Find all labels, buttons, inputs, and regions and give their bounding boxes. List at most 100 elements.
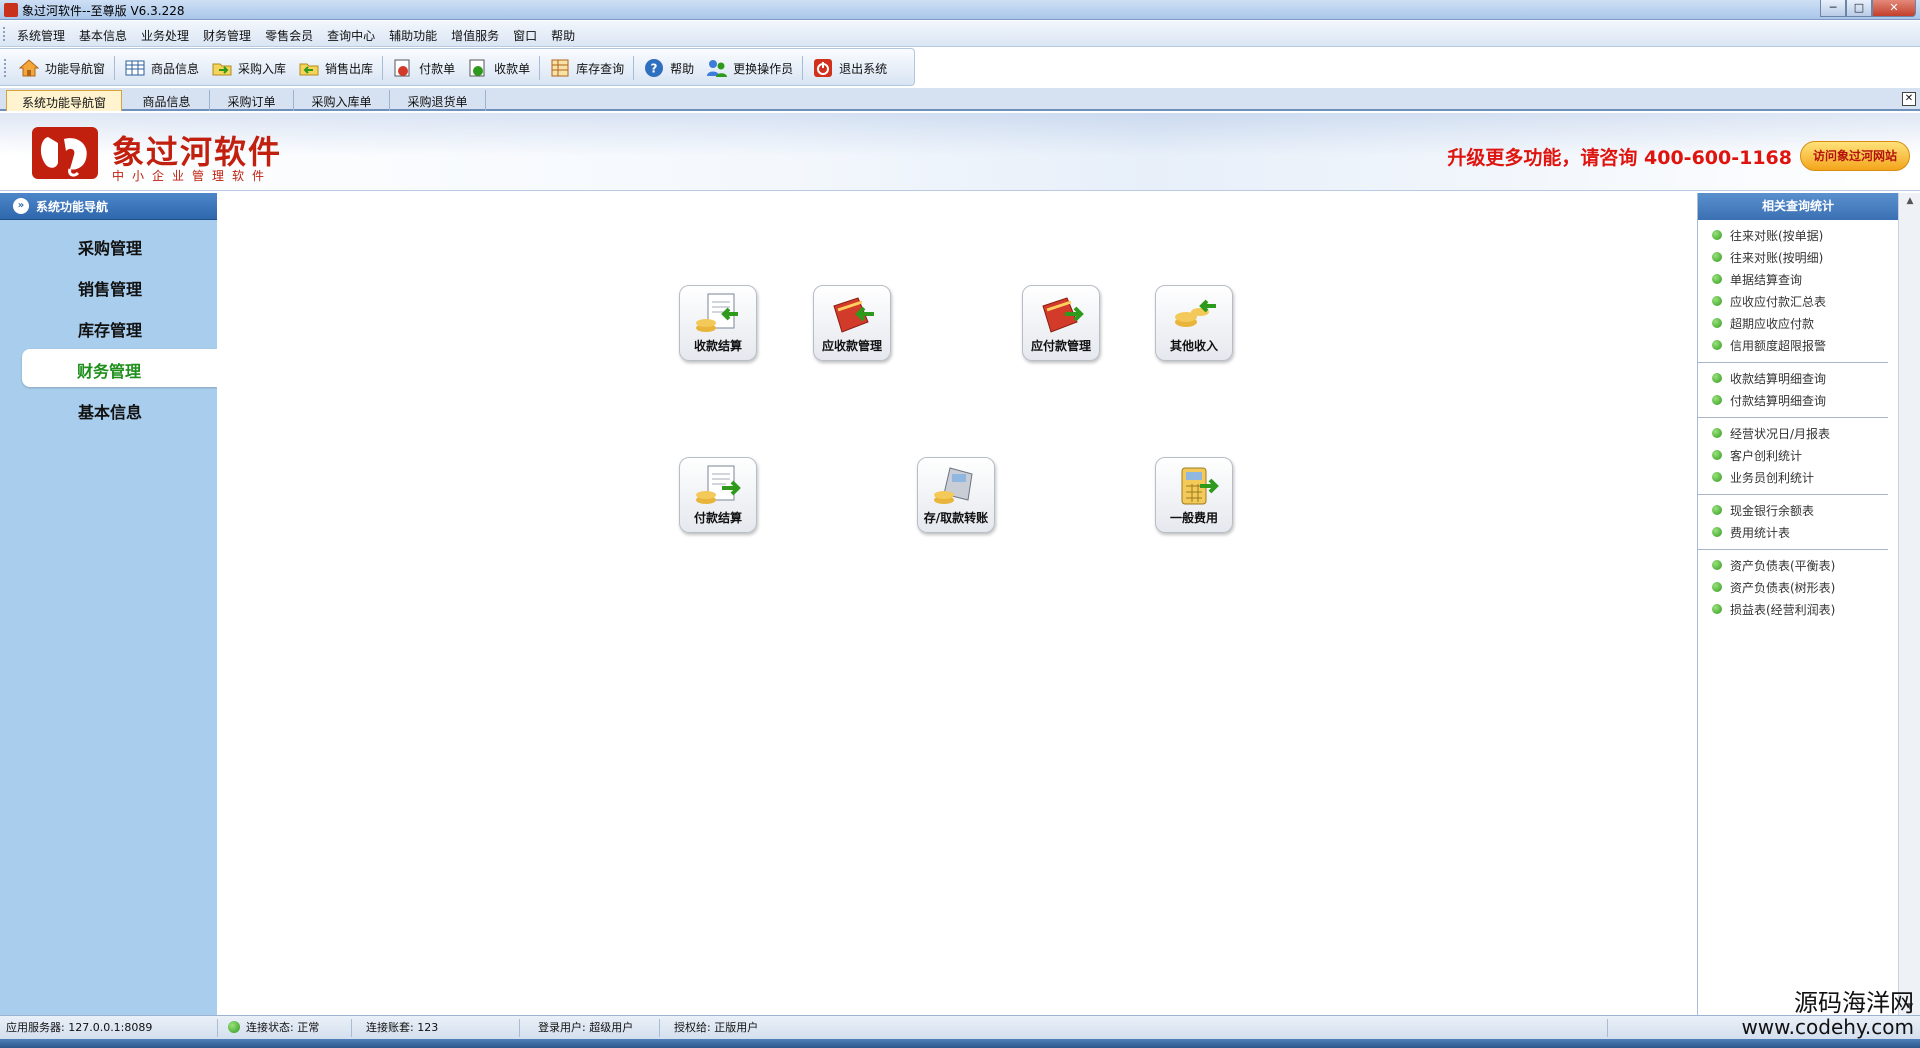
logo-subtitle: 中小企业管理软件	[112, 169, 273, 183]
main-canvas: 收款结算 应收款管理 应付款管理 其他收入 付款结算 存/取款转账 一般费用	[217, 193, 1697, 1015]
green-bullet-icon	[1712, 560, 1722, 570]
maximize-button[interactable]: □	[1846, 0, 1872, 17]
tab-purchase-return[interactable]: 采购退货单	[390, 90, 486, 111]
wallet-out-icon	[1042, 297, 1084, 333]
stock-query-label: 库存查询	[576, 61, 625, 76]
tab-nav-window[interactable]: 系统功能导航窗	[6, 90, 122, 111]
query-link-label: 现金银行余额表	[1730, 503, 1815, 518]
os-taskbar	[0, 1039, 1920, 1048]
query-link[interactable]: 单据结算查询	[1712, 268, 1888, 290]
tab-purchase-in[interactable]: 采购入库单	[294, 90, 390, 111]
query-link[interactable]: 付款结算明细查询	[1712, 389, 1888, 411]
receipt-settle-module[interactable]: 收款结算	[679, 285, 757, 361]
green-bullet-icon	[1712, 395, 1722, 405]
query-link[interactable]: 信用额度超限报警	[1712, 334, 1888, 356]
scroll-up-icon[interactable]: ▲	[1899, 193, 1920, 209]
menu-system[interactable]: 系统管理	[10, 27, 72, 44]
minimize-button[interactable]: ─	[1820, 0, 1846, 17]
menu-help[interactable]: 帮助	[544, 27, 582, 44]
menu-value-added[interactable]: 增值服务	[444, 27, 506, 44]
general-expense-label: 一般费用	[1169, 511, 1218, 525]
menu-query[interactable]: 查询中心	[320, 27, 382, 44]
other-income-module[interactable]: 其他收入	[1155, 285, 1233, 361]
left-nav-header: » 系统功能导航	[0, 193, 217, 220]
green-bullet-icon	[1712, 527, 1722, 537]
query-link-label: 应收应付款汇总表	[1730, 294, 1827, 309]
toolbar-grip[interactable]	[4, 59, 7, 77]
menu-grip[interactable]	[3, 27, 6, 41]
general-expense-module[interactable]: 一般费用	[1155, 457, 1233, 533]
status-bar: 应用服务器: 127.0.0.1:8089 连接状态: 正常 连接账套: 123…	[0, 1015, 1920, 1039]
nav-item-finance[interactable]: 财务管理	[22, 349, 217, 387]
vertical-scrollbar[interactable]: ▲ ▼	[1898, 193, 1920, 1015]
menu-retail[interactable]: 零售会员	[258, 27, 320, 44]
query-link[interactable]: 资产负债表(平衡表)	[1712, 554, 1888, 576]
purchase-in-label: 采购入库	[238, 61, 287, 76]
menu-basic-info[interactable]: 基本信息	[72, 27, 134, 44]
related-query-panel: 相关查询统计 往来对账(按单据) 往来对账(按明细) 单据结算查询 应收应付款汇…	[1697, 193, 1898, 1015]
receivable-module[interactable]: 应收款管理	[813, 285, 891, 361]
green-bullet-icon	[1712, 373, 1722, 383]
menu-business[interactable]: 业务处理	[134, 27, 196, 44]
query-link[interactable]: 往来对账(按单据)	[1712, 224, 1888, 246]
query-link-label: 业务员创利统计	[1730, 470, 1815, 485]
payable-label: 应付款管理	[1030, 339, 1091, 353]
query-link[interactable]: 经营状况日/月报表	[1712, 422, 1888, 444]
deposit-transfer-module[interactable]: 存/取款转账	[917, 457, 995, 533]
query-link[interactable]: 往来对账(按明细)	[1712, 246, 1888, 268]
receipt-button[interactable]: 收款单	[461, 55, 536, 81]
query-link[interactable]: 超期应收应付款	[1712, 312, 1888, 334]
svg-text:?: ?	[651, 62, 658, 76]
nav-item-sales[interactable]: 销售管理	[0, 267, 217, 305]
title-bar: 象过河软件--至尊版 V6.3.228 ─ □ ✕	[0, 0, 1920, 20]
folder-out-icon	[299, 63, 319, 76]
query-link[interactable]: 应收应付款汇总表	[1712, 290, 1888, 312]
nav-item-basic-info[interactable]: 基本信息	[0, 390, 217, 428]
query-link[interactable]: 业务员创利统计	[1712, 466, 1888, 488]
menu-auxiliary[interactable]: 辅助功能	[382, 27, 444, 44]
query-link[interactable]: 现金银行余额表	[1712, 499, 1888, 521]
sales-out-button[interactable]: 销售出库	[292, 55, 379, 81]
related-query-header: 相关查询统计	[1698, 193, 1898, 220]
tab-purchase-order[interactable]: 采购订单	[210, 90, 294, 111]
switch-user-button[interactable]: 更换操作员	[700, 55, 799, 81]
window-controls: ─ □ ✕	[1820, 0, 1916, 18]
query-link[interactable]: 客户创利统计	[1712, 444, 1888, 466]
left-nav: » 系统功能导航 采购管理 销售管理 库存管理 财务管理 基本信息	[0, 193, 217, 1015]
query-link-label: 客户创利统计	[1730, 448, 1803, 463]
help-button[interactable]: ? 帮助	[637, 55, 700, 81]
watermark-line1: 源码海洋网	[1794, 989, 1914, 1017]
connection-ok-icon	[228, 1021, 240, 1033]
close-button[interactable]: ✕	[1872, 0, 1916, 17]
query-link-label: 信用额度超限报警	[1730, 338, 1827, 353]
purchase-in-button[interactable]: 采购入库	[205, 55, 292, 81]
payment-settle-label: 付款结算	[693, 511, 742, 525]
menu-finance[interactable]: 财务管理	[196, 27, 258, 44]
other-income-label: 其他收入	[1169, 339, 1218, 353]
status-license: 授权给: 正版用户	[668, 1019, 1608, 1037]
exit-button[interactable]: 退出系统	[806, 55, 893, 81]
status-server: 应用服务器: 127.0.0.1:8089	[0, 1019, 218, 1037]
nav-item-purchase[interactable]: 采购管理	[0, 226, 217, 264]
query-link[interactable]: 损益表(经营利润表)	[1712, 598, 1888, 620]
menu-window[interactable]: 窗口	[506, 27, 544, 44]
coins-icon	[1175, 299, 1216, 327]
goods-info-button[interactable]: 商品信息	[118, 55, 205, 81]
tab-goods-info[interactable]: 商品信息	[124, 90, 210, 111]
payment-button[interactable]: 付款单	[386, 55, 461, 81]
receipt-settle-icon	[696, 293, 738, 332]
folder-arrow-icon	[212, 63, 232, 76]
payment-settle-module[interactable]: 付款结算	[679, 457, 757, 533]
query-link[interactable]: 费用统计表	[1712, 521, 1888, 543]
nav-item-inventory[interactable]: 库存管理	[0, 308, 217, 346]
green-bullet-icon	[1712, 340, 1722, 350]
status-connection: 连接状态: 正常	[222, 1019, 352, 1037]
query-link[interactable]: 收款结算明细查询	[1712, 367, 1888, 389]
double-chevron-icon[interactable]: »	[13, 198, 29, 214]
nav-window-button[interactable]: 功能导航窗	[12, 55, 111, 81]
visit-website-button[interactable]: 访问象过河网站	[1800, 141, 1910, 171]
payable-module[interactable]: 应付款管理	[1022, 285, 1100, 361]
query-link[interactable]: 资产负债表(树形表)	[1712, 576, 1888, 598]
stock-query-button[interactable]: 库存查询	[543, 55, 630, 81]
close-tab-icon[interactable]: ✕	[1902, 92, 1916, 106]
